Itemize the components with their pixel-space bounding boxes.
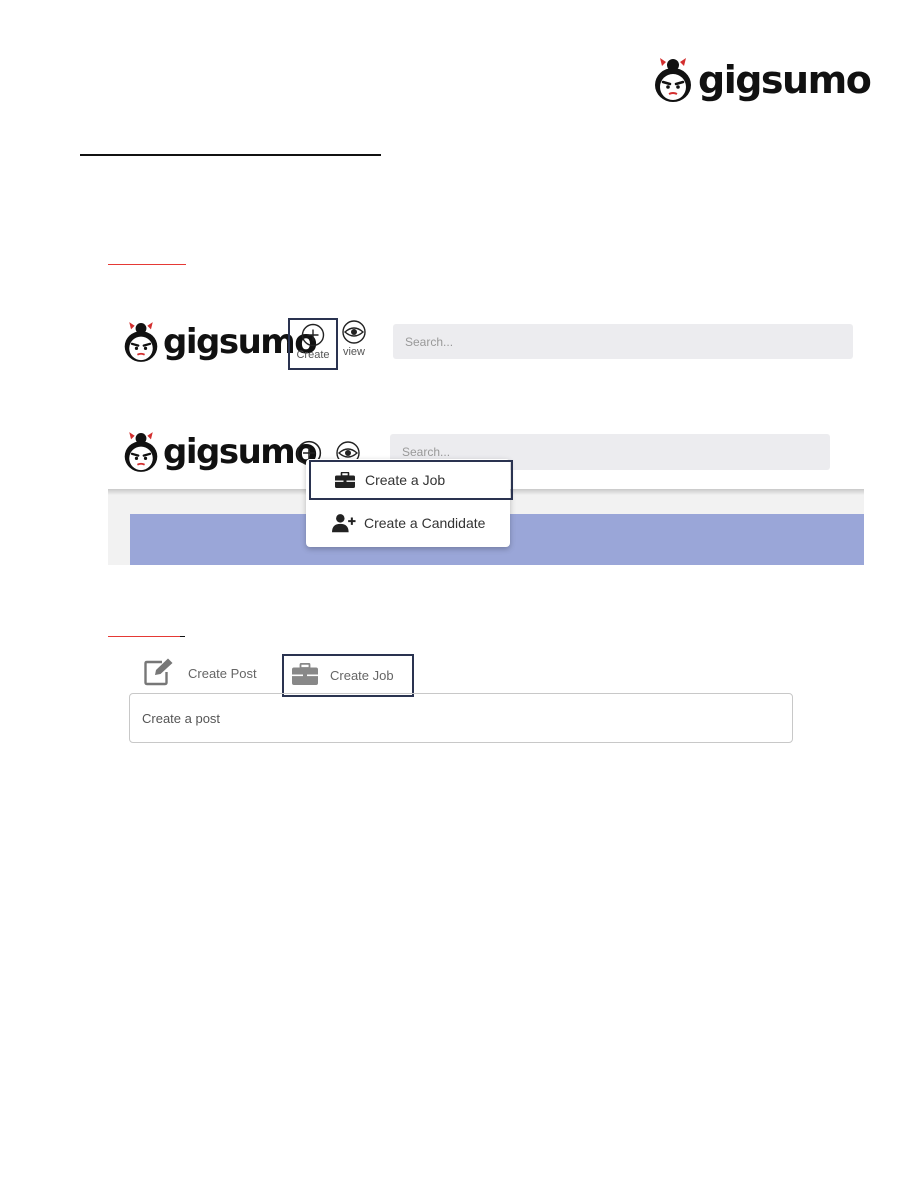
search-input[interactable]: Search... [393,324,853,359]
sumo-mascot-icon [124,322,158,362]
section-underline-red [108,264,186,265]
heading-underline [80,154,381,156]
post-placeholder: Create a post [142,710,221,726]
briefcase-icon [292,662,318,688]
nav-logo[interactable]: gigsumo [122,430,318,474]
edit-icon [144,658,174,689]
menu-item-create-candidate[interactable]: Create a Candidate [306,503,510,543]
sumo-mascot-icon [655,58,691,102]
create-dropdown-menu: Create a Job Create a Candidate [306,459,513,547]
sumo-mascot-icon [124,432,158,472]
create-label: Create [296,349,330,361]
header-logo: gigsumo [652,56,872,104]
section-underline-red [108,636,180,637]
tab-label: Create Job [330,668,394,683]
create-button[interactable]: Create [288,318,338,370]
tab-label: Create Post [188,666,257,681]
add-user-icon [332,513,356,533]
search-placeholder: Search... [405,334,454,349]
view-label: view [342,346,365,358]
create-post-input[interactable]: Create a post [129,693,793,743]
menu-item-label: Create a Job [365,472,446,488]
eye-icon [342,320,366,344]
view-button[interactable]: view [338,320,370,358]
plus-circle-icon [301,323,325,347]
tab-create-job[interactable]: Create Job [282,654,414,697]
nav-logo[interactable]: gigsumo [122,320,318,364]
section-underline-tail [180,636,185,637]
tab-create-post[interactable]: Create Post [144,658,257,689]
brand-wordmark: gigsumo [163,432,318,472]
search-placeholder: Search... [402,445,451,459]
menu-item-label: Create a Candidate [364,515,486,531]
brand-wordmark: gigsumo [698,58,872,102]
menu-item-create-job[interactable]: Create a Job [309,460,513,500]
briefcase-icon [333,472,357,488]
